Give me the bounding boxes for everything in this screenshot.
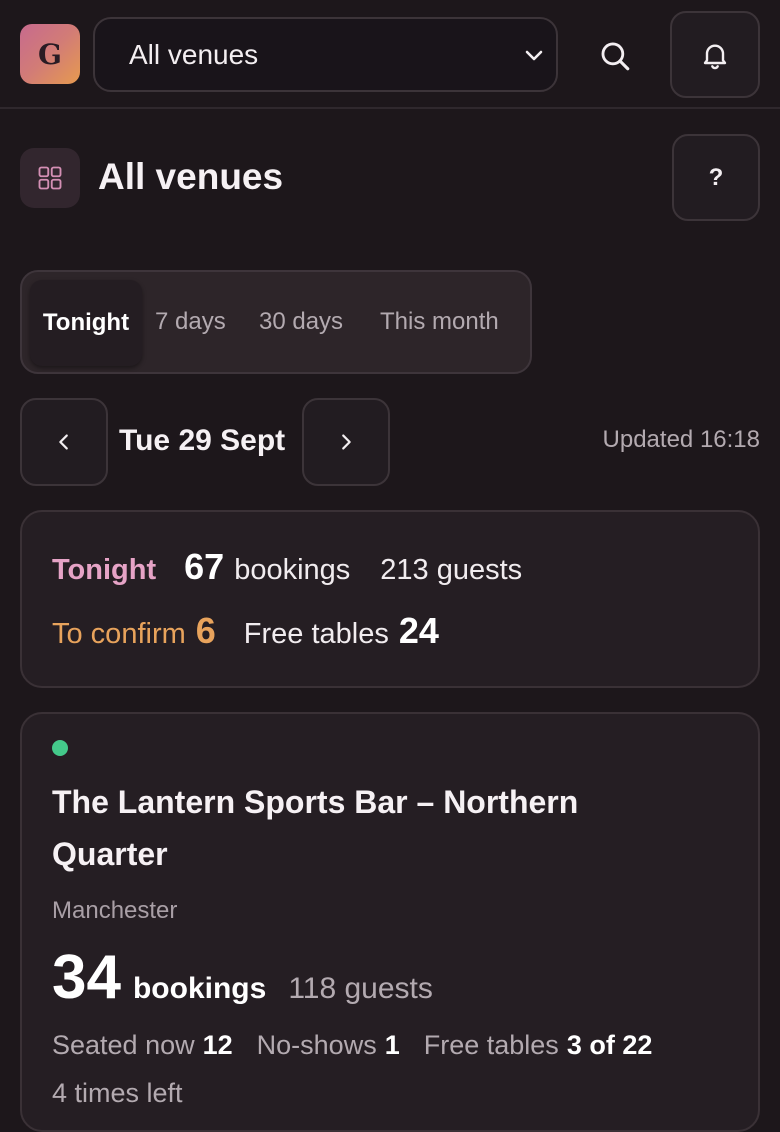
summary-bookings-value: 67	[184, 546, 225, 587]
range-tabs: Tonight 7 days 30 days This month	[20, 270, 532, 374]
venue-bookings-value: 34	[52, 943, 121, 1012]
chevron-down-icon	[525, 50, 543, 61]
chevron-right-icon	[342, 434, 351, 450]
seated-label: Seated now	[52, 1030, 195, 1060]
tab-this-month[interactable]: This month	[380, 272, 499, 372]
venue-select[interactable]: All venues	[93, 17, 558, 92]
summary-row-tables: To confirm 6 Free tables 24	[52, 610, 439, 652]
venue-stats: 34 bookings 118 guests	[52, 942, 433, 1013]
help-button[interactable]: ?	[672, 134, 760, 221]
venue-free-tables-value: 3 of 22	[566, 1030, 653, 1060]
bell-icon	[703, 44, 727, 69]
venue-status-dot	[52, 740, 68, 756]
summary-period-label: Tonight	[52, 554, 157, 586]
page-header: All venues	[20, 148, 760, 210]
venue-times-left: 4 times left	[52, 1078, 183, 1108]
tab-7-days[interactable]: 7 days	[155, 272, 226, 372]
next-date-button[interactable]	[302, 398, 390, 486]
venue-bookings-label: bookings	[132, 972, 267, 1005]
venue-city: Manchester	[52, 897, 178, 924]
logo-letter: G	[38, 37, 62, 71]
summary-guests: 213 guests	[380, 554, 523, 586]
page-title: All venues	[98, 156, 284, 197]
app-logo[interactable]: G	[20, 24, 80, 84]
previous-date-button[interactable]	[20, 398, 108, 486]
summary-row-bookings: Tonight 67 bookings 213 guests	[52, 546, 522, 588]
search-icon	[601, 42, 630, 71]
search-button[interactable]	[592, 33, 638, 79]
noshows-label: No-shows	[256, 1030, 377, 1060]
venue-name: The Lantern Sports Bar – Northern Quarte…	[52, 784, 579, 872]
seated-value: 12	[202, 1030, 233, 1060]
updated-timestamp: Updated 16:18	[602, 426, 760, 453]
summary-card: Tonight 67 bookings 213 guests To confir…	[20, 510, 760, 688]
to-confirm-value: 6	[195, 610, 216, 651]
help-label: ?	[708, 163, 724, 191]
free-tables-label: Free tables	[243, 618, 389, 650]
chevron-left-icon	[59, 434, 68, 450]
notifications-button[interactable]	[670, 11, 760, 98]
summary-bookings-label: bookings	[234, 554, 351, 586]
free-tables-value: 24	[398, 610, 439, 651]
top-bar: G All venues	[0, 0, 780, 109]
venue-free-tables-label: Free tables	[423, 1030, 559, 1060]
grid-icon	[20, 148, 80, 208]
tab-tonight[interactable]: Tonight	[30, 280, 142, 366]
noshows-value: 1	[384, 1030, 400, 1060]
to-confirm-label: To confirm	[52, 618, 186, 650]
tab-30-days[interactable]: 30 days	[259, 272, 343, 372]
venue-card[interactable]: The Lantern Sports Bar – Northern Quarte…	[20, 712, 760, 1132]
venue-guests: 118 guests	[288, 972, 433, 1005]
date-label: Tue 29 Sept	[119, 424, 286, 457]
venue-meta: Seated now 12 No-shows 1 Free tables 3 o…	[52, 1030, 652, 1061]
venue-select-value: All venues	[129, 38, 259, 70]
